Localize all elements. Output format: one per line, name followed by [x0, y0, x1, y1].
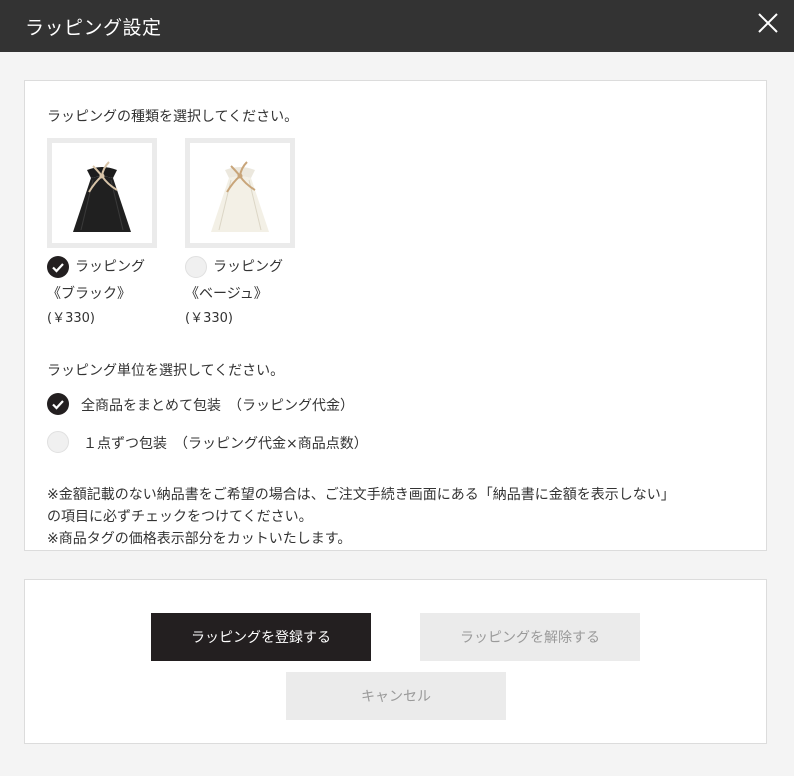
register-wrapping-button[interactable]: ラッピングを登録する — [151, 613, 371, 661]
note-line: ※商品タグの価格表示部分をカットいたします。 — [47, 531, 352, 547]
black-option-variant: 《ブラック》 — [47, 286, 131, 302]
beige-option-price: (￥330) — [185, 311, 233, 326]
each-item-unselected-radio-icon[interactable] — [47, 431, 69, 453]
wrapping-type-prompt: ラッピングの種類を選択してください。 — [47, 109, 299, 125]
black-option-label: ラッピング — [75, 259, 145, 275]
beige-gift-bag-image[interactable] — [185, 138, 295, 248]
close-icon[interactable] — [756, 11, 780, 35]
note-line: の項目に必ずチェックをつけてください。 — [47, 509, 313, 525]
unit-option-each-item-label: １点ずつ包装 （ラッピング代金×商品点数） — [83, 436, 368, 452]
remove-wrapping-button[interactable]: ラッピングを解除する — [420, 613, 640, 661]
wrapping-option-black[interactable]: ラッピング 《ブラック》 (￥330) — [47, 138, 159, 326]
notes: ※金額記載のない納品書をご希望の場合は、ご注文手続き画面にある「納品書に金額を表… — [47, 484, 747, 550]
black-selected-check-icon[interactable] — [47, 256, 69, 278]
dialog-title: ラッピング設定 — [25, 17, 162, 39]
beige-option-variant: 《ベージュ》 — [185, 286, 268, 302]
beige-unselected-radio-icon[interactable] — [185, 256, 207, 278]
black-option-price: (￥330) — [47, 311, 95, 326]
action-panel: ラッピングを登録する ラッピングを解除する キャンセル — [24, 579, 767, 744]
unit-option-each-item[interactable]: １点ずつ包装 （ラッピング代金×商品点数） — [47, 431, 447, 455]
wrapping-option-beige[interactable]: ラッピング 《ベージュ》 (￥330) — [185, 138, 297, 326]
beige-option-label: ラッピング — [213, 259, 283, 275]
black-gift-bag-image[interactable] — [47, 138, 157, 248]
unit-option-all-items[interactable]: 全商品をまとめて包装 （ラッピング代金） — [47, 393, 447, 417]
cancel-button[interactable]: キャンセル — [286, 672, 506, 720]
all-items-selected-check-icon[interactable] — [47, 393, 69, 415]
dialog-header: ラッピング設定 — [0, 0, 794, 52]
wrapping-unit-prompt: ラッピング単位を選択してください。 — [47, 363, 285, 379]
wrapping-options-panel: ラッピングの種類を選択してください。 ラッピング 《ブラック》 (￥330) ラ… — [24, 80, 767, 551]
unit-option-all-items-label: 全商品をまとめて包装 （ラッピング代金） — [81, 398, 354, 414]
note-line: ※金額記載のない納品書をご希望の場合は、ご注文手続き画面にある「納品書に金額を表… — [47, 487, 675, 503]
